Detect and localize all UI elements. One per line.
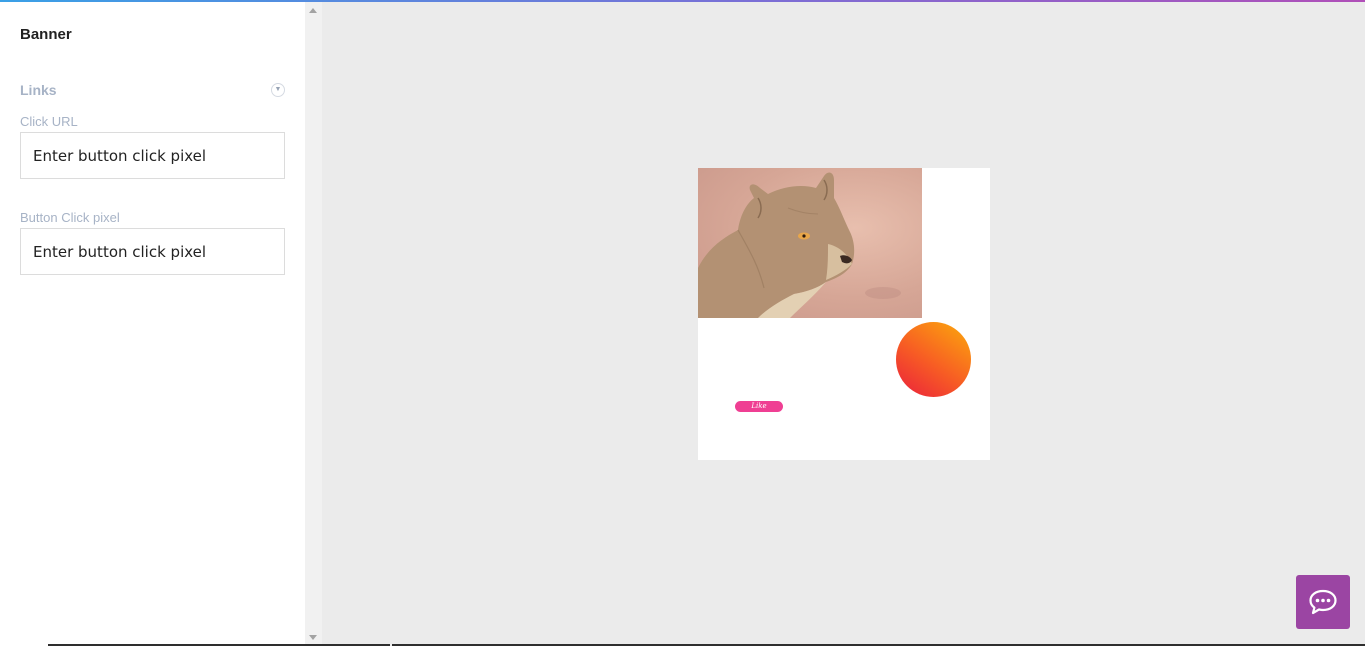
- chevron-down-icon[interactable]: ▼: [271, 83, 285, 97]
- like-button[interactable]: Like: [735, 401, 783, 412]
- top-accent-bar: [0, 0, 1365, 2]
- chat-support-button[interactable]: [1296, 575, 1350, 629]
- section-label: Links: [20, 82, 57, 98]
- lioness-photo[interactable]: [698, 168, 922, 318]
- panel-title: Banner: [20, 26, 72, 43]
- scroll-up-icon[interactable]: [309, 8, 317, 13]
- button-click-pixel-input[interactable]: [20, 228, 285, 275]
- scroll-down-icon[interactable]: [309, 635, 317, 640]
- links-section-header[interactable]: Links ▼: [20, 82, 285, 100]
- panel-scrollbar[interactable]: [305, 2, 322, 646]
- button-click-pixel-label: Button Click pixel: [20, 210, 120, 225]
- click-url-label: Click URL: [20, 114, 78, 129]
- click-url-input[interactable]: [20, 132, 285, 179]
- banner-canvas[interactable]: Like: [698, 168, 990, 460]
- chat-bubble-icon: [1309, 589, 1337, 615]
- gradient-circle-shape[interactable]: [896, 322, 971, 397]
- properties-panel: Banner Links ▼ Click URL Button Click pi…: [0, 2, 305, 646]
